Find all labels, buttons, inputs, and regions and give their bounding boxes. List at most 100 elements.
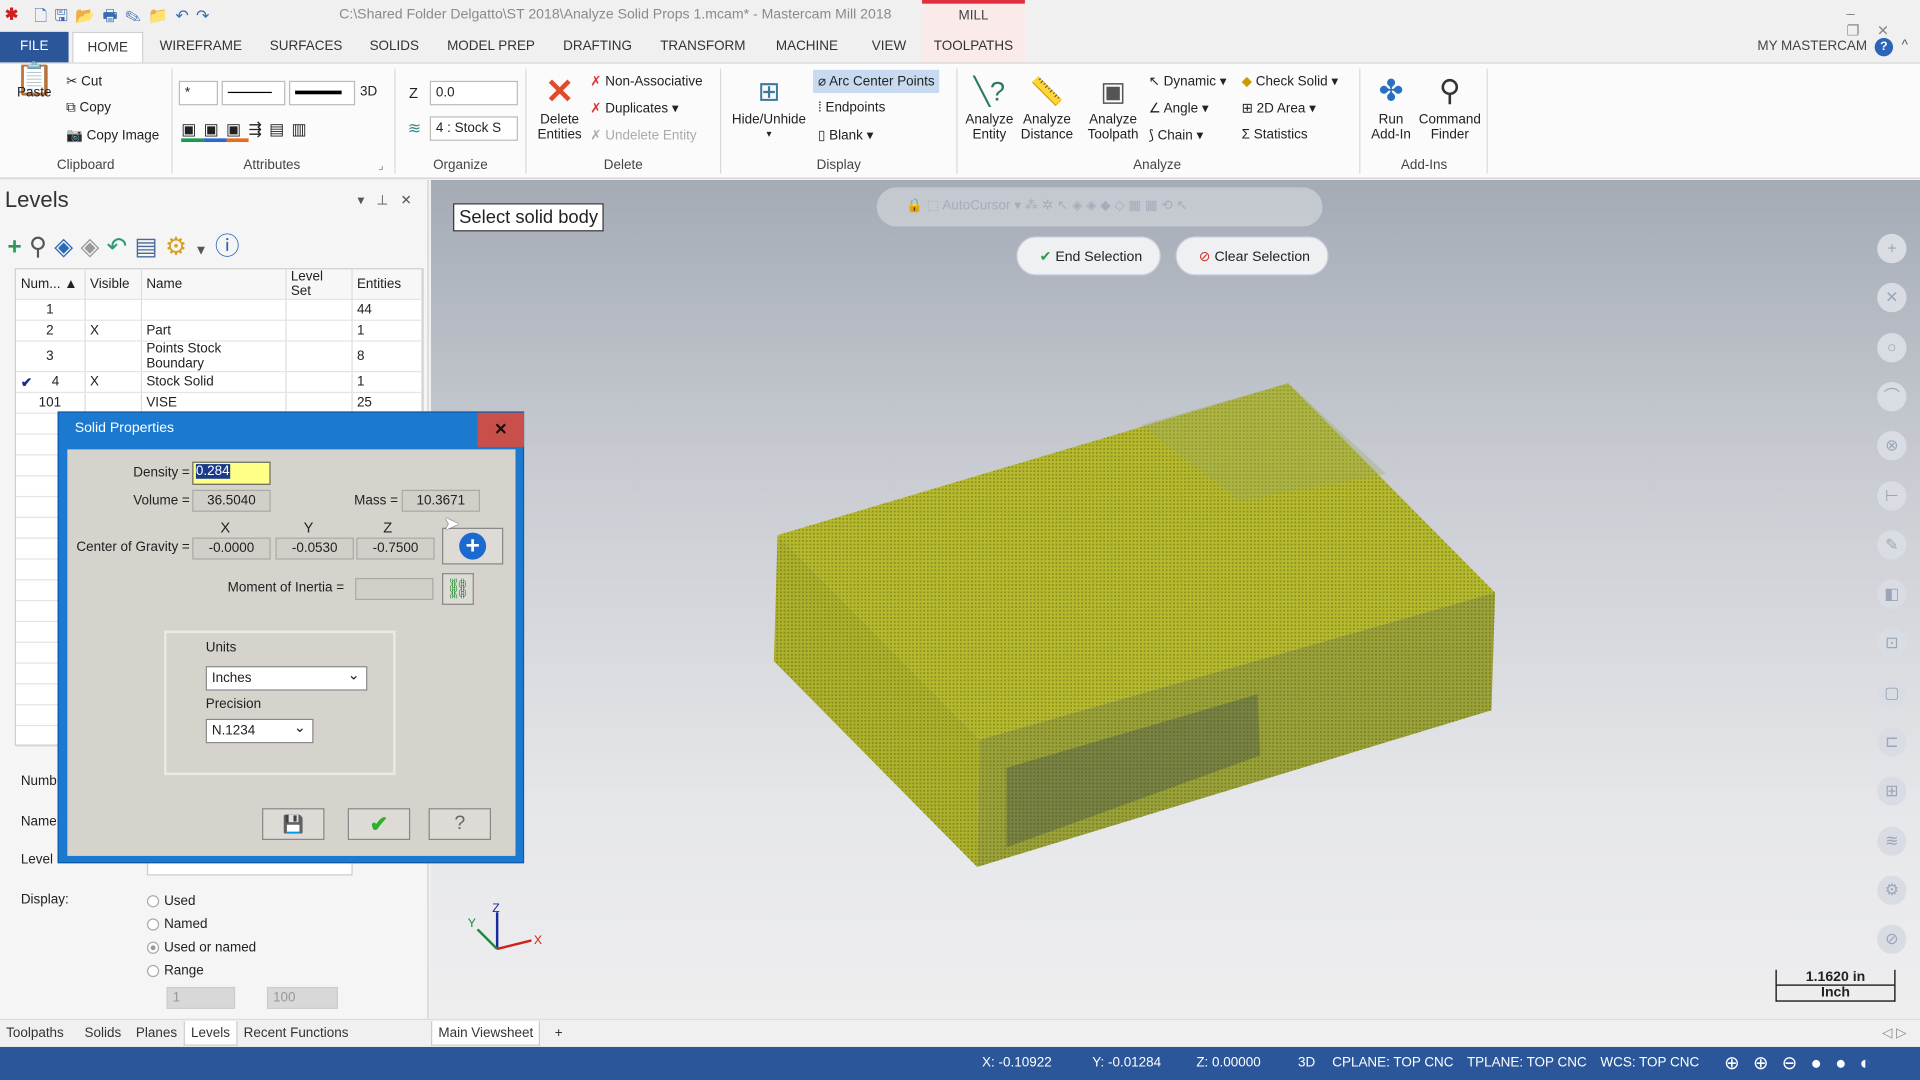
help-icon[interactable]: ? bbox=[1874, 37, 1894, 57]
help-icon[interactable]: ⓘ bbox=[215, 234, 247, 261]
list-icon[interactable]: ▤ bbox=[135, 234, 165, 261]
angle-button[interactable]: ∠ Angle ▾ bbox=[1149, 100, 1209, 117]
add-icon[interactable]: + bbox=[1877, 233, 1907, 264]
level-row[interactable]: 1 44 bbox=[15, 299, 423, 321]
dialog-close-button[interactable]: ✕ bbox=[477, 412, 525, 447]
delete-entities-button[interactable]: ✕ Delete Entities bbox=[531, 71, 587, 142]
hide-unhide-button[interactable]: ⊞ Hide/Unhide ▾ bbox=[727, 71, 810, 142]
layers-icon[interactable]: ≋ bbox=[1877, 826, 1907, 856]
tab-transform[interactable]: TRANSFORM bbox=[653, 32, 753, 63]
non-associative-button[interactable]: ✗ Non-Associative bbox=[590, 73, 702, 90]
column-header-name[interactable]: Name bbox=[140, 269, 286, 300]
tab-machine[interactable]: MACHINE bbox=[767, 32, 848, 63]
statistics-button[interactable]: Σ Statistics bbox=[1242, 127, 1308, 142]
3d-mode-toggle[interactable]: 3D bbox=[360, 84, 377, 99]
command-finder-button[interactable]: ⚲ Command Finder bbox=[1416, 71, 1485, 142]
display-option-radio[interactable]: Used bbox=[146, 890, 256, 913]
chain-link-button[interactable]: ⛓ bbox=[442, 573, 474, 605]
undelete-entity-button[interactable]: ✗ Undelete Entity bbox=[590, 127, 696, 144]
search-icon[interactable]: ⚲ bbox=[29, 234, 54, 261]
circle-icon[interactable]: ○ bbox=[1877, 332, 1907, 362]
layers-icon[interactable]: ◈ bbox=[54, 234, 80, 261]
panel-controls[interactable]: ▾⊥✕ bbox=[358, 192, 425, 208]
range-to-input[interactable]: 100 bbox=[266, 986, 338, 1009]
display-mode-icons[interactable]: ⊕⊕⊖●●◐ bbox=[1724, 1052, 1884, 1074]
edit-icon[interactable]: ✎ bbox=[1877, 529, 1907, 560]
endpoints-toggle[interactable]: ⁞ Endpoints bbox=[818, 100, 885, 115]
column-header-level-set[interactable]: Level Set bbox=[285, 269, 353, 300]
level-row[interactable]: ✔ 4 X Stock Solid 1 bbox=[15, 371, 423, 394]
level-dropdown[interactable]: 4 : Stock S bbox=[429, 116, 518, 141]
level-row[interactable]: 2 X Part 1 bbox=[15, 320, 423, 342]
tab-model-prep[interactable]: MODEL PREP bbox=[441, 32, 541, 63]
arc-icon[interactable]: ⌒ bbox=[1877, 381, 1907, 412]
tab-surfaces[interactable]: SURFACES bbox=[263, 32, 349, 63]
save-button[interactable]: 💾 bbox=[262, 808, 325, 841]
add-level-icon[interactable]: + bbox=[7, 234, 29, 261]
copy-image-button[interactable]: 📷 Copy Image bbox=[66, 127, 159, 144]
attribute-color-buttons[interactable]: ▣▣▣⇶▤▥ bbox=[181, 120, 314, 143]
chevron-down-icon[interactable]: ▼ bbox=[194, 244, 215, 259]
analyze-distance-button[interactable]: 📏 Analyze Distance bbox=[1016, 71, 1077, 142]
tab-wireframe[interactable]: WIREFRAME bbox=[153, 32, 249, 63]
analyze-entity-button[interactable]: ╲? Analyze Entity bbox=[962, 71, 1016, 142]
gear-icon[interactable]: ⚙ bbox=[1877, 875, 1907, 905]
tab-toolpaths[interactable]: TOOLPATHS bbox=[931, 32, 1017, 63]
collapse-ribbon-icon[interactable]: ^ bbox=[1902, 38, 1908, 53]
cut-button[interactable]: ✂ Cut bbox=[66, 73, 102, 90]
dimension-icon[interactable]: ⊢ bbox=[1877, 480, 1907, 511]
chain-button[interactable]: ⟆ Chain ▾ bbox=[1149, 127, 1204, 144]
tab-view[interactable]: VIEW bbox=[862, 32, 916, 63]
density-input[interactable]: 0.284 bbox=[192, 461, 271, 485]
2d-area-button[interactable]: ⊞ 2D Area ▾ bbox=[1242, 100, 1316, 117]
tab-main-viewsheet[interactable]: Main Viewsheet bbox=[431, 1021, 541, 1046]
my-mastercam-link[interactable]: MY MASTERCAM bbox=[1753, 32, 1871, 63]
copy-button[interactable]: ⧉ Copy bbox=[66, 100, 111, 116]
rect-icon[interactable]: ▢ bbox=[1877, 677, 1907, 708]
display-option-radio[interactable]: Used or named bbox=[146, 937, 256, 960]
arc-center-points-toggle[interactable]: ⌀ Arc Center Points bbox=[813, 69, 940, 94]
status-cplane[interactable]: CPLANE: TOP CNC bbox=[1332, 1056, 1453, 1071]
units-select[interactable]: Inches bbox=[205, 664, 368, 691]
surface-icon[interactable]: ◧ bbox=[1877, 579, 1907, 609]
tab-levels-panel[interactable]: Levels bbox=[183, 1021, 238, 1046]
add-viewsheet-button[interactable]: + bbox=[549, 1021, 569, 1045]
duplicates-button[interactable]: ✗ Duplicates ▾ bbox=[590, 100, 678, 117]
gear-icon[interactable]: ⚙ bbox=[165, 234, 194, 261]
bracket-icon[interactable]: ⊏ bbox=[1877, 727, 1907, 757]
ok-button[interactable]: ✔ bbox=[347, 808, 411, 841]
solid-model[interactable] bbox=[431, 180, 1920, 1019]
tab-home[interactable]: HOME bbox=[72, 31, 144, 63]
check-solid-button[interactable]: ◆ Check Solid ▾ bbox=[1242, 73, 1339, 90]
status-tplane[interactable]: TPLANE: TOP CNC bbox=[1467, 1056, 1587, 1071]
status-mode[interactable]: 3D bbox=[1298, 1056, 1315, 1071]
tab-solids[interactable]: SOLIDS bbox=[361, 32, 427, 63]
point-style-dropdown[interactable]: * bbox=[178, 80, 218, 106]
line-width-dropdown[interactable] bbox=[288, 80, 356, 106]
target-icon[interactable]: ⊗ bbox=[1877, 431, 1907, 461]
tab-toolpaths-panel[interactable]: Toolpaths bbox=[0, 1021, 70, 1045]
precision-select[interactable]: N.1234 bbox=[205, 716, 314, 744]
column-header-visible[interactable]: Visible bbox=[84, 269, 142, 300]
undo-icon[interactable]: ↶ bbox=[107, 234, 135, 261]
z-depth-input[interactable]: 0.0 bbox=[429, 80, 518, 106]
status-wcs[interactable]: WCS: TOP CNC bbox=[1600, 1056, 1699, 1071]
dialog-launcher-icon[interactable]: ⌟ bbox=[378, 159, 383, 172]
paste-button[interactable]: 📋 Paste bbox=[10, 62, 59, 100]
level-row[interactable]: 101 VISE 25 bbox=[15, 392, 423, 414]
graphics-viewport[interactable]: Select solid body 🔒 ⬚ AutoCursor ▾ ⁂ ✲ ↖… bbox=[431, 180, 1920, 1019]
display-option-radio[interactable]: Named bbox=[146, 913, 256, 936]
tab-solids-panel[interactable]: Solids bbox=[78, 1021, 127, 1045]
tab-drafting[interactable]: DRAFTING bbox=[553, 32, 641, 63]
column-header-entities[interactable]: Entities bbox=[351, 269, 423, 300]
tab-recent-functions[interactable]: Recent Functions bbox=[238, 1021, 355, 1045]
dynamic-button[interactable]: ↖ Dynamic ▾ bbox=[1149, 73, 1227, 90]
column-header-number[interactable]: Num... ▲ bbox=[15, 269, 86, 300]
analyze-toolpath-button[interactable]: ▣ Analyze Toolpath bbox=[1082, 71, 1143, 142]
quick-access-toolbar[interactable]: 🗋🖫📂🖶✎📁↶↷ bbox=[34, 5, 216, 32]
viewsheet-scroll-arrows[interactable]: ◁ ▷ bbox=[1876, 1021, 1913, 1045]
blank-button[interactable]: ▯ Blank ▾ bbox=[818, 127, 873, 144]
tab-file[interactable]: FILE bbox=[0, 31, 69, 63]
range-from-input[interactable]: 1 bbox=[166, 986, 236, 1009]
no-entry-icon[interactable]: ⊘ bbox=[1877, 924, 1907, 955]
